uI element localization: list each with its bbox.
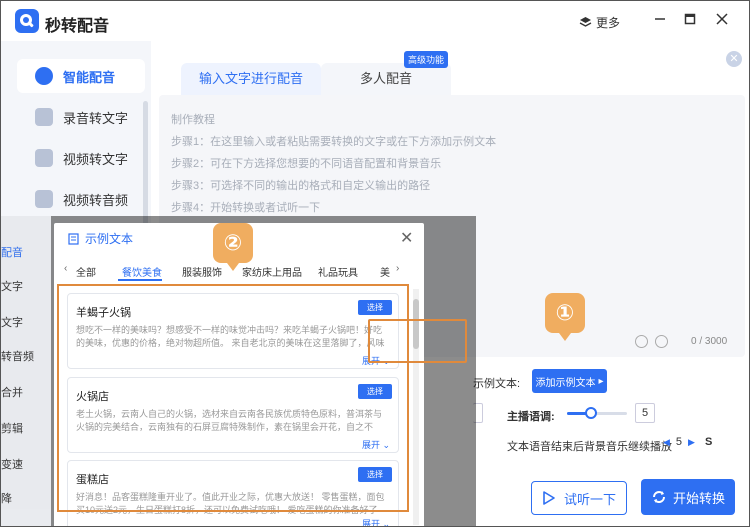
tone-label: 主播语调:: [507, 411, 555, 423]
preview-button[interactable]: 试听一下: [531, 481, 627, 515]
increase-icon[interactable]: ▶: [688, 437, 695, 448]
sidebar-item-label: 视频转文字: [63, 151, 129, 167]
minimize-icon[interactable]: [651, 11, 669, 29]
app-logo-icon: [15, 9, 39, 33]
tab-category-clothing[interactable]: 服装服饰: [182, 264, 222, 279]
sidebar-item-video-to-text[interactable]: 视频转文字: [17, 141, 145, 175]
tone-slider-handle[interactable]: [585, 407, 597, 419]
sidebar-item-label: 录音转文字: [63, 110, 129, 126]
chevron-right-icon[interactable]: ›: [396, 263, 399, 274]
advanced-badge: 高级功能: [404, 51, 449, 68]
bg-value: 5: [675, 436, 683, 448]
close-window-icon[interactable]: [713, 11, 731, 29]
more-menu-button[interactable]: 更多: [579, 14, 620, 31]
app-title: 秒转配音: [45, 18, 110, 35]
step-marker-two: ②: [213, 223, 253, 271]
tab-text-dubbing[interactable]: 输入文字进行配音: [181, 63, 321, 95]
document-icon: [68, 232, 79, 245]
sample-text-label: 示例文本:: [473, 378, 521, 390]
tab-category-beauty[interactable]: 美: [380, 264, 390, 279]
add-sample-text-button[interactable]: 添加示例文本 ▸: [532, 369, 607, 393]
bg-music-label: 文本语音结束后背景音乐继续播放: [507, 441, 672, 453]
layers-icon: [579, 17, 592, 27]
overlay-side-item: 文字: [1, 281, 23, 293]
convert-icon: [652, 491, 665, 503]
sidebar-item-audio-to-text[interactable]: 录音转文字: [17, 100, 145, 134]
overlay-side-item: 剪辑: [1, 423, 23, 435]
play-icon: [543, 491, 555, 505]
overlay-side-item: 降: [1, 493, 12, 505]
more-label: 更多: [596, 16, 621, 30]
highlight-box-card-list: [57, 284, 409, 512]
maximize-icon[interactable]: [681, 11, 699, 29]
sidebar-item-label: 视频转音频: [63, 192, 129, 208]
preview-label: 试听一下: [563, 491, 616, 507]
app-window: 秒转配音 更多 智能配音 录音转文字 视频转文字 视频转音频 输入文字进行配音 …: [0, 0, 750, 527]
title-bar: 秒转配音 更多: [1, 1, 749, 41]
sidebar-item-label: 智能配音: [63, 69, 116, 85]
bg-unit: S: [704, 436, 713, 448]
tutorial-step: 步骤4：开始转换或者试听一下: [171, 202, 321, 214]
expand-label: 展开: [362, 519, 381, 527]
overlay-side-item: 文字: [1, 317, 23, 329]
dialog-close-icon[interactable]: ✕: [400, 228, 413, 248]
overlay-side-item: 转音频: [1, 351, 34, 363]
tutorial-heading: 制作教程: [171, 114, 215, 126]
decrease-icon[interactable]: ◀: [663, 437, 670, 448]
chevron-left-icon[interactable]: ‹: [64, 263, 67, 274]
tone-value-box[interactable]: 5: [635, 403, 655, 423]
dialog-title: 示例文本: [68, 230, 133, 247]
overlay-sidebar-fragment: 配音 文字 文字 转音频 合并 剪辑 变速 降: [1, 216, 51, 526]
char-counter: 0 / 3000: [691, 336, 728, 347]
add-sample-label: 添加示例文本: [535, 377, 596, 389]
start-convert-label: 开始转换: [672, 490, 725, 506]
tutorial-step: 步骤2：可在下方选择您想要的不同语音配置和背景音乐: [171, 158, 442, 170]
tone-slider-track[interactable]: [567, 412, 627, 415]
close-icon[interactable]: ✕: [726, 51, 742, 67]
caret-right-icon: ▸: [598, 375, 604, 387]
video-audio-icon: [35, 190, 53, 208]
tutorial-step: 步骤1：在这里输入或者粘贴需要转换的文字或在下方添加示例文本: [171, 136, 497, 148]
audio-file-icon: [35, 108, 53, 126]
overlay-side-item: 合并: [1, 387, 23, 399]
sidebar-item-smart-dubbing[interactable]: 智能配音: [17, 59, 145, 93]
expand-link[interactable]: 展开 ⌄: [362, 517, 390, 527]
tutorial-step: 步骤3：可选择不同的输出的格式和自定义输出的路径: [171, 180, 431, 192]
search-voice-icon: [35, 67, 53, 85]
start-convert-button[interactable]: 开始转换: [641, 479, 735, 515]
redo-icon[interactable]: [655, 335, 668, 348]
active-tab-underline: [118, 279, 162, 281]
overlay-side-item: 变速: [1, 459, 23, 471]
step-marker-one: ①: [545, 293, 585, 341]
bg-music-stepper[interactable]: ◀ 5 ▶ S: [663, 436, 712, 448]
undo-icon[interactable]: [635, 335, 648, 348]
tab-category-gifts[interactable]: 礼品玩具: [318, 264, 358, 279]
tab-category-all[interactable]: 全部: [76, 264, 96, 279]
dialog-title-text: 示例文本: [85, 232, 134, 246]
overlay-side-item: 配音: [1, 247, 23, 259]
tab-category-food[interactable]: 餐饮美食: [122, 264, 162, 279]
tab-category-bedding[interactable]: 家纺床上用品: [242, 264, 302, 279]
video-file-icon: [35, 149, 53, 167]
sidebar-item-video-to-audio[interactable]: 视频转音频: [17, 182, 145, 216]
